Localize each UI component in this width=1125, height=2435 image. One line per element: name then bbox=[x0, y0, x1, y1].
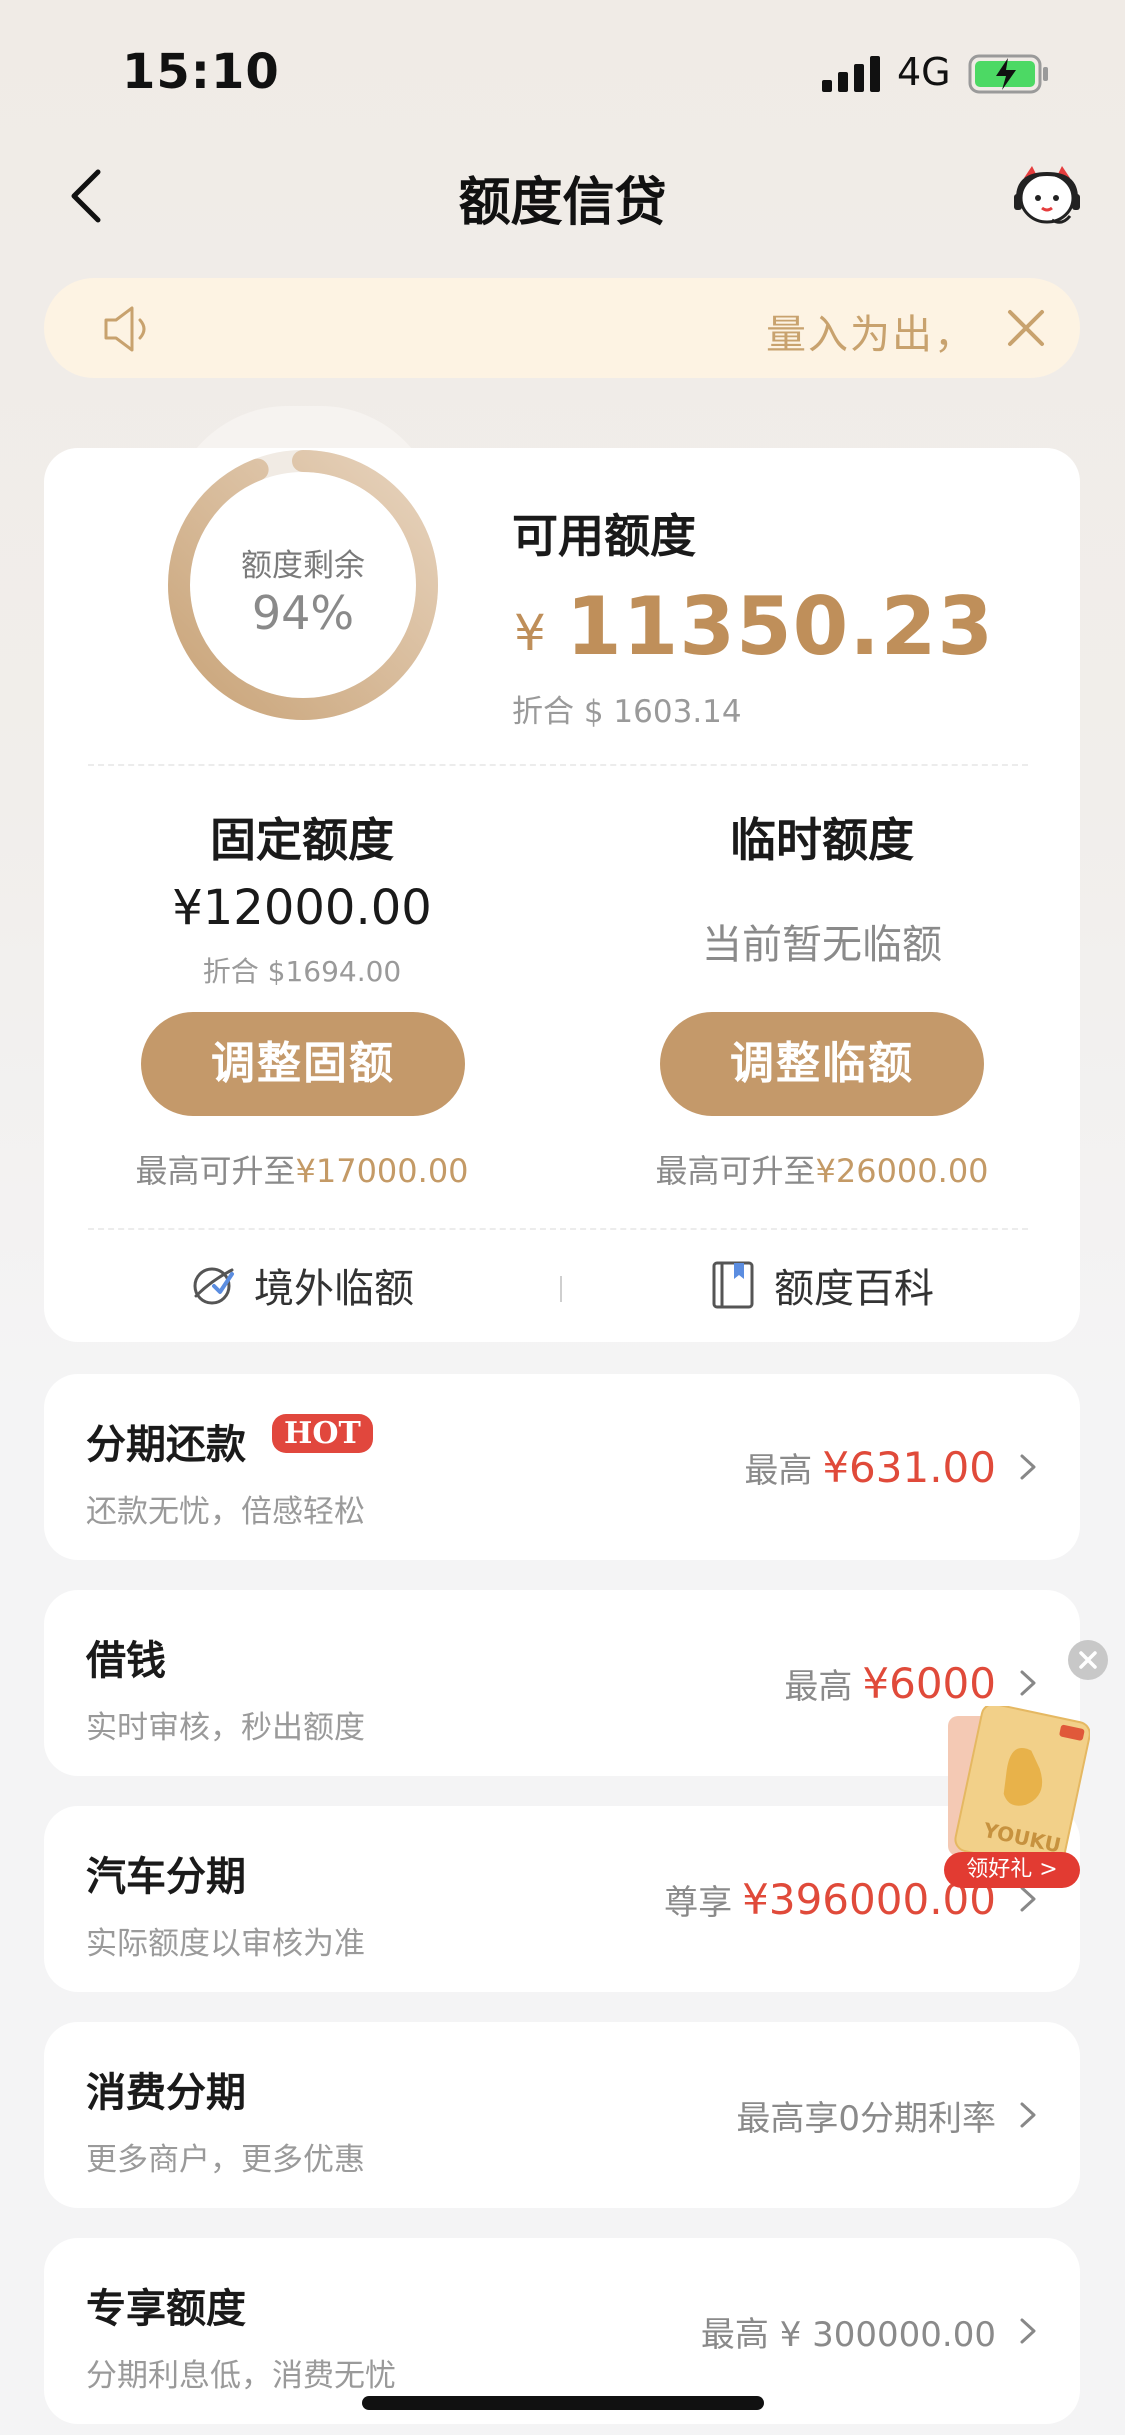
item-title: 汽车分期 bbox=[86, 1854, 246, 1900]
chevron-right-icon bbox=[1020, 2102, 1036, 2128]
adjust-temporary-credit-button[interactable]: 调整临额 bbox=[660, 1012, 984, 1116]
available-credit-amount: 11350.23 bbox=[566, 580, 995, 673]
item-subtitle: 分期利息低，消费无忧 bbox=[86, 2358, 396, 2394]
chevron-right-icon bbox=[1020, 1886, 1036, 1912]
battery-charging-icon bbox=[968, 54, 1048, 94]
item-value: ¥6000 bbox=[862, 1658, 996, 1708]
chevron-right-icon bbox=[1020, 1670, 1036, 1696]
item-value: 最高 ¥ 300000.00 bbox=[700, 2314, 996, 2355]
close-icon bbox=[1079, 1651, 1097, 1669]
temporary-max-note: 最高可升至¥26000.00 bbox=[592, 1146, 1052, 1192]
divider bbox=[88, 764, 1028, 766]
credit-encyclopedia-link[interactable]: 额度百科 bbox=[708, 1256, 934, 1314]
signal-icon bbox=[822, 56, 880, 92]
available-credit-usd: 折合 $ 1603.14 bbox=[512, 694, 742, 730]
speaker-icon bbox=[104, 306, 146, 352]
item-subtitle: 还款无忧，倍感轻松 bbox=[86, 1494, 365, 1530]
hot-badge: HOT bbox=[272, 1414, 373, 1453]
globe-plane-icon bbox=[193, 1267, 234, 1305]
item-value-prefix: 最高 bbox=[744, 1450, 813, 1491]
ring-label: 额度剩余 bbox=[241, 548, 365, 584]
temporary-credit-status: 当前暂无临额 bbox=[702, 922, 942, 968]
item-value-prefix: 最高 bbox=[784, 1666, 853, 1707]
fixed-credit-amount: ¥12000.00 bbox=[172, 880, 432, 936]
fixed-max-prefix: 最高可升至 bbox=[135, 1152, 296, 1190]
ring-percent: 94% bbox=[251, 586, 355, 640]
overseas-temp-credit-link[interactable]: 境外临额 bbox=[188, 1256, 414, 1314]
currency-symbol: ¥ bbox=[514, 604, 546, 662]
remaining-ratio-ring bbox=[168, 450, 438, 720]
item-subtitle: 实时审核，秒出额度 bbox=[86, 1710, 365, 1746]
chevron-right-icon bbox=[1020, 1454, 1036, 1480]
claim-gift-button[interactable]: 领好礼 > bbox=[944, 1852, 1080, 1888]
status-time: 15:10 bbox=[122, 44, 280, 100]
fixed-max-note: 最高可升至¥17000.00 bbox=[72, 1146, 532, 1192]
book-icon bbox=[712, 1261, 754, 1309]
item-title: 分期还款 bbox=[86, 1422, 246, 1468]
network-label: 4G bbox=[897, 50, 951, 94]
fixed-credit-usd: 折合 $1694.00 bbox=[202, 955, 402, 988]
item-value: 最高享0分期利率 bbox=[736, 2098, 996, 2139]
page-title: 额度信贷 bbox=[458, 173, 667, 233]
link-separator bbox=[560, 1276, 562, 1302]
item-title: 消费分期 bbox=[86, 2070, 246, 2116]
temporary-max-value: ¥26000.00 bbox=[815, 1152, 989, 1190]
list-item-installment-repayment[interactable]: 分期还款 HOT 还款无忧，倍感轻松 最高 ¥631.00 bbox=[44, 1374, 1080, 1560]
list-item-car-installment[interactable]: 汽车分期 实际额度以审核为准 尊享 ¥396000.00 bbox=[44, 1806, 1080, 1992]
fixed-max-value: ¥17000.00 bbox=[295, 1152, 469, 1190]
item-title: 借钱 bbox=[86, 1638, 166, 1684]
overseas-temp-credit-label: 境外临额 bbox=[254, 1266, 414, 1312]
item-value-prefix: 尊享 bbox=[664, 1882, 733, 1923]
list-item-consumer-installment[interactable]: 消费分期 更多商户，更多优惠 最高享0分期利率 bbox=[44, 2022, 1080, 2208]
item-subtitle: 更多商户，更多优惠 bbox=[86, 2142, 365, 2178]
customer-service-mascot-icon[interactable] bbox=[1012, 164, 1082, 230]
gift-close-button[interactable] bbox=[1068, 1640, 1108, 1680]
fixed-credit-title: 固定额度 bbox=[210, 813, 394, 867]
item-value: ¥631.00 bbox=[822, 1442, 996, 1492]
home-indicator bbox=[362, 2396, 764, 2410]
item-title: 专享额度 bbox=[86, 2286, 246, 2332]
notice-bar: 量入为出， bbox=[44, 278, 1080, 378]
item-subtitle: 实际额度以审核为准 bbox=[86, 1926, 365, 1962]
temporary-max-prefix: 最高可升至 bbox=[655, 1152, 816, 1190]
temporary-credit-title: 临时额度 bbox=[730, 813, 914, 867]
divider bbox=[88, 1228, 1028, 1230]
notice-text: 量入为出， bbox=[766, 312, 976, 358]
close-icon[interactable] bbox=[1004, 306, 1048, 350]
list-item-borrow[interactable]: 借钱 实时审核，秒出额度 最高 ¥6000 bbox=[44, 1590, 1080, 1776]
credit-encyclopedia-label: 额度百科 bbox=[774, 1266, 934, 1312]
available-credit-label: 可用额度 bbox=[512, 509, 696, 563]
adjust-fixed-credit-button[interactable]: 调整固额 bbox=[141, 1012, 465, 1116]
chevron-right-icon bbox=[1020, 2318, 1036, 2344]
